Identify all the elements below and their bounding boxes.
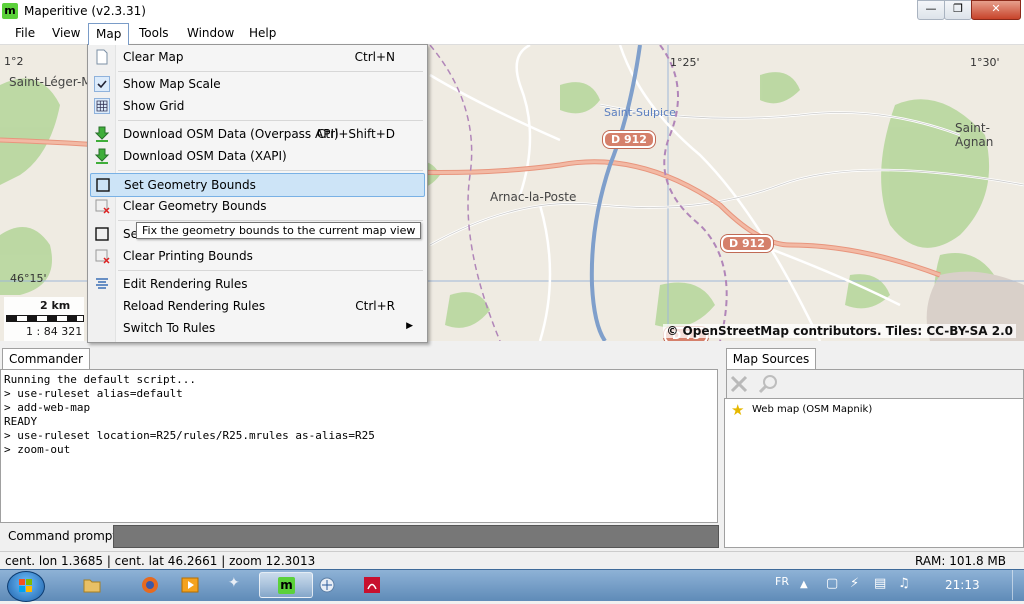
network-tool-icon xyxy=(319,577,335,593)
app-icon: m xyxy=(2,3,18,19)
place-label: Saint-Léger-M xyxy=(9,75,92,89)
menu-item-download-xapi[interactable]: Download OSM Data (XAPI) xyxy=(90,145,423,167)
taskbar: ✦ m FR ▲ ▢ ⚡ ▤ ♫ 21:13 xyxy=(0,569,1024,602)
check-icon xyxy=(94,76,110,92)
tab-commander[interactable]: Commander xyxy=(2,348,90,369)
grid-label-lon-2: 1°30' xyxy=(970,56,1000,69)
tray-power-icon[interactable]: ⚡ xyxy=(850,576,859,591)
command-output-line: > add-web-map xyxy=(4,401,91,414)
clock[interactable]: 21:13 xyxy=(945,578,980,592)
menu-item-show-grid[interactable]: Show Grid xyxy=(90,95,423,117)
menu-item-edit-rendering-rules[interactable]: Edit Rendering Rules xyxy=(90,273,423,295)
folder-icon xyxy=(83,579,101,593)
scale-ratio: 1 : 84 321 xyxy=(26,325,83,338)
status-bar: cent. lon 1.3685 | cent. lat 46.2661 | z… xyxy=(0,551,1024,570)
map-attribution: © OpenStreetMap contributors. Tiles: CC-… xyxy=(663,324,1016,338)
menu-bar: File View Map Tools Window Help xyxy=(0,22,1024,45)
tab-map-sources[interactable]: Map Sources xyxy=(726,348,816,369)
command-output-line: Running the default script... xyxy=(4,373,197,386)
firefox-icon xyxy=(142,577,158,593)
menu-item-reload-rendering-rules[interactable]: Reload Rendering Rules Ctrl+R xyxy=(90,295,423,317)
menu-file[interactable]: File xyxy=(8,22,42,44)
tray-signal-icon[interactable]: ▤ xyxy=(874,576,886,591)
minimize-button[interactable]: — xyxy=(917,0,945,20)
zoom-to-source-icon[interactable] xyxy=(757,373,779,395)
taskbar-explorer[interactable] xyxy=(65,572,119,598)
rules-icon xyxy=(96,278,108,289)
clear-bounds-icon xyxy=(95,249,110,264)
command-prompt-input[interactable] xyxy=(113,525,719,548)
page-icon xyxy=(96,49,108,65)
menu-map[interactable]: Map xyxy=(88,23,130,45)
menu-separator xyxy=(118,120,423,121)
command-prompt-label: Command prompt: xyxy=(8,529,122,543)
scale-bar xyxy=(6,315,84,322)
download-icon xyxy=(94,126,110,142)
tray-expand-icon[interactable]: ▲ xyxy=(800,579,808,590)
tray-app-icon[interactable]: ▢ xyxy=(826,576,838,591)
map-menu-dropdown: Clear Map Ctrl+N Show Map Scale Show Gri… xyxy=(87,44,428,343)
close-button[interactable]: ✕ xyxy=(971,0,1021,20)
place-label: Arnac-la-Poste xyxy=(490,190,577,204)
tooltip: Fix the geometry bounds to the current m… xyxy=(136,222,422,239)
status-coordinates: cent. lon 1.3685 | cent. lat 46.2661 | z… xyxy=(5,554,316,568)
map-source-name: Web map (OSM Mapnik) xyxy=(752,404,873,415)
menu-item-clear-printing-bounds[interactable]: Clear Printing Bounds xyxy=(90,245,423,267)
start-button[interactable] xyxy=(7,571,45,602)
status-ram: RAM: 101.8 MB xyxy=(914,554,1006,568)
title-bar: m Maperitive (v2.3.31) — ❐ ✕ xyxy=(0,0,1024,22)
place-label: Saint-Agnan xyxy=(955,121,994,149)
media-player-icon xyxy=(181,577,199,593)
grid-label-lon-1: 1°25' xyxy=(670,56,700,69)
menu-separator xyxy=(118,270,423,271)
grid-label-partial: 1°2 xyxy=(4,55,24,68)
menu-item-set-geometry-bounds[interactable]: Set Geometry Bounds xyxy=(90,173,425,197)
download-icon xyxy=(94,148,110,164)
pdf-icon xyxy=(364,577,380,593)
map-sources-list: ★ Web map (OSM Mapnik) xyxy=(724,398,1024,548)
tray-volume-icon[interactable]: ♫ xyxy=(898,576,910,591)
maximize-button[interactable]: ❐ xyxy=(944,0,972,20)
bounds-icon xyxy=(96,178,110,192)
language-indicator[interactable]: FR xyxy=(775,575,789,588)
menu-separator xyxy=(118,220,423,221)
grid-icon xyxy=(94,98,110,114)
menu-item-show-map-scale[interactable]: Show Map Scale xyxy=(90,73,423,95)
taskbar-maperitive[interactable]: m xyxy=(259,572,313,598)
road-shield: D 912 xyxy=(721,235,773,252)
map-scale: 2 km 1 : 84 321 xyxy=(4,297,84,341)
taskbar-pdf[interactable] xyxy=(345,572,399,598)
show-desktop-button[interactable] xyxy=(1012,570,1024,600)
command-output-line: > zoom-out xyxy=(4,443,71,456)
menu-separator xyxy=(118,170,423,171)
command-output-line: > use-ruleset location=R25/rules/R25.mru… xyxy=(4,429,375,442)
road-shield: D 912 xyxy=(603,131,655,148)
menu-item-clear-geometry-bounds[interactable]: Clear Geometry Bounds xyxy=(90,195,423,217)
wrench-icon: ✦ xyxy=(228,575,240,591)
command-output-line: > use-ruleset alias=default xyxy=(4,387,183,400)
menu-view[interactable]: View xyxy=(45,22,87,44)
clear-bounds-icon xyxy=(95,199,110,214)
menu-tools[interactable]: Tools xyxy=(132,22,176,44)
scale-distance: 2 km xyxy=(40,299,71,312)
menu-item-download-overpass[interactable]: Download OSM Data (Overpass API) Ctrl+Sh… xyxy=(90,123,423,145)
submenu-arrow-icon: ▶ xyxy=(406,321,413,331)
command-output[interactable]: Running the default script... > use-rule… xyxy=(0,369,718,523)
taskbar-firefox[interactable] xyxy=(123,572,177,598)
windows-logo-icon xyxy=(19,579,32,592)
menu-item-switch-to-rules[interactable]: Switch To Rules ▶ xyxy=(90,317,423,339)
menu-window[interactable]: Window xyxy=(180,22,241,44)
maperitive-icon: m xyxy=(278,577,295,594)
bounds-icon xyxy=(95,227,109,241)
menu-separator xyxy=(118,71,423,72)
window-title: Maperitive (v2.3.31) xyxy=(24,4,146,18)
grid-label-lat: 46°15' xyxy=(10,272,47,285)
place-label: Saint-Sulpice xyxy=(604,106,676,119)
command-output-line: READY xyxy=(4,415,38,428)
menu-item-clear-map[interactable]: Clear Map Ctrl+N xyxy=(90,46,423,68)
menu-help[interactable]: Help xyxy=(242,22,283,44)
star-icon: ★ xyxy=(731,401,745,419)
remove-source-icon[interactable] xyxy=(729,374,749,394)
map-sources-toolbar xyxy=(726,369,1024,399)
